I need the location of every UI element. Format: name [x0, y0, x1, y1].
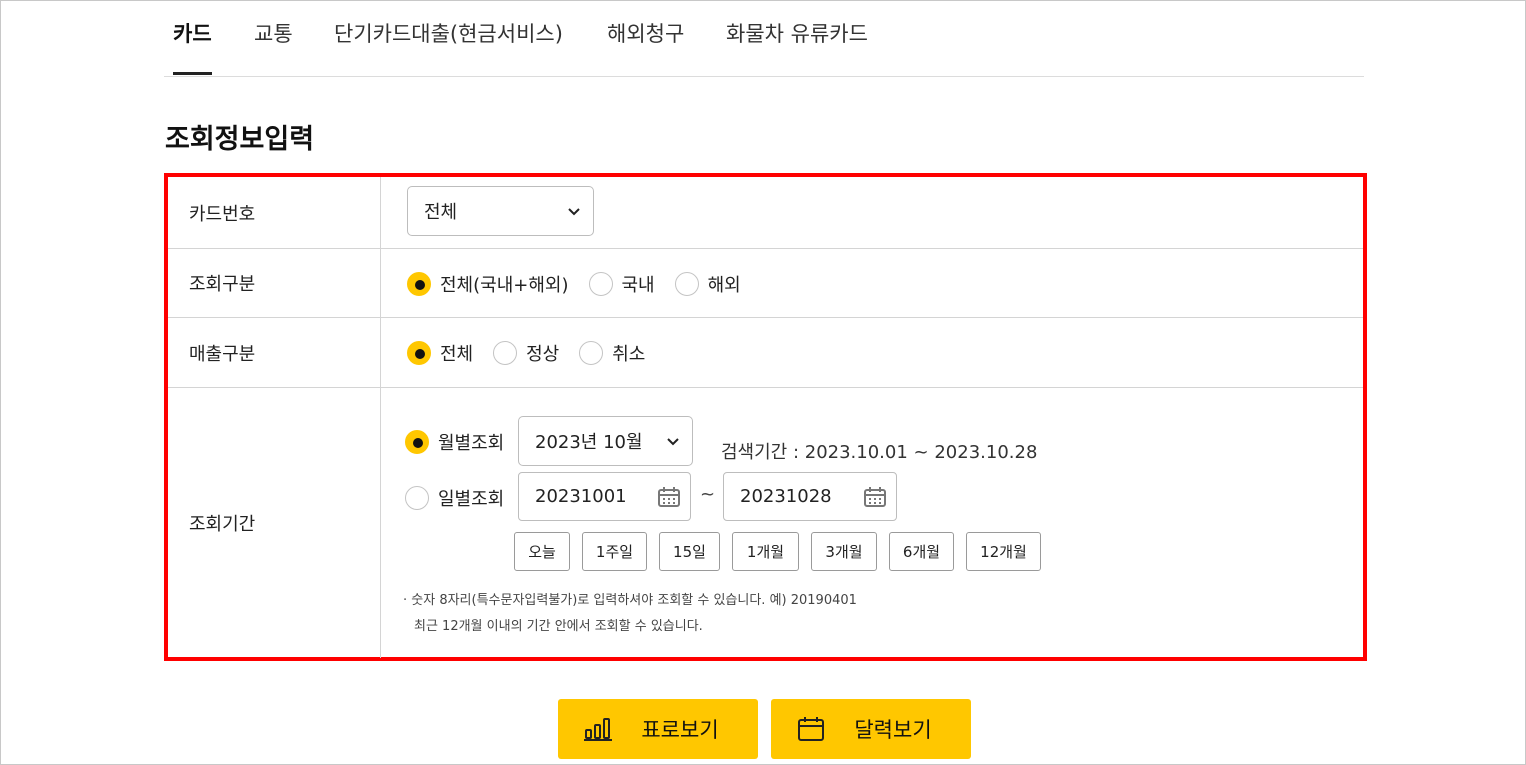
- month-select-value: 2023년 10월: [535, 432, 643, 453]
- date-range-tilde: ~: [700, 484, 716, 505]
- card-number-select[interactable]: 전체: [407, 186, 594, 236]
- tab-card[interactable]: 카드: [173, 21, 212, 75]
- quick-period-buttons: 오늘 1주일 15일 1개월 3개월 6개월 12개월: [382, 532, 1082, 572]
- row-inquiry-type: 조회구분 전체(국내+해외) 국내 해외: [168, 249, 1363, 318]
- table-view-button[interactable]: 표로보기: [558, 699, 758, 759]
- card-number-select-value: 전체: [424, 202, 458, 223]
- radio-off-icon: [588, 272, 613, 296]
- radio-inquiry-domestic[interactable]: 국내: [588, 271, 655, 297]
- inquiry-type-radios: 전체(국내+해외) 국내 해외: [407, 271, 761, 297]
- radio-daily-label: 일별조회: [438, 489, 505, 510]
- radio-sales-normal-label: 정상: [526, 344, 560, 365]
- page-title: 조회정보입력: [165, 124, 315, 155]
- radio-sales-cancel[interactable]: 취소: [579, 340, 645, 366]
- radio-inquiry-domestic-label: 국내: [621, 275, 655, 296]
- date-from-input[interactable]: 20231001: [518, 472, 691, 521]
- period-label: 조회기간: [168, 388, 381, 658]
- radio-inquiry-all-label: 전체(국내+해외): [440, 275, 569, 296]
- date-from-value: 20231001: [535, 486, 627, 507]
- radio-off-icon: [405, 486, 429, 510]
- chevron-down-icon: [568, 208, 580, 216]
- period-12months-button[interactable]: 12개월: [966, 532, 1041, 571]
- tab-transport[interactable]: 교통: [254, 21, 293, 75]
- radio-monthly-group: 월별조회: [405, 429, 524, 455]
- search-range-text: 검색기간 : 2023.10.01 ~ 2023.10.28: [721, 442, 1038, 463]
- date-to-input[interactable]: 20231028: [723, 472, 897, 521]
- radio-daily-group: 일별조회: [405, 485, 524, 511]
- tab-overseas-billing[interactable]: 해외청구: [607, 21, 684, 75]
- radio-daily[interactable]: 일별조회: [405, 485, 504, 511]
- radio-monthly-label: 월별조회: [438, 433, 505, 454]
- table-view-label: 표로보기: [641, 718, 719, 742]
- radio-sales-cancel-label: 취소: [612, 344, 646, 365]
- radio-inquiry-overseas-label: 해외: [707, 275, 741, 296]
- radio-on-icon: [407, 272, 431, 296]
- radio-off-icon: [674, 272, 699, 296]
- calendar-icon[interactable]: [863, 486, 887, 508]
- period-note-2: 최근 12개월 이내의 기간 안에서 조회할 수 있습니다.: [414, 619, 703, 634]
- radio-sales-normal[interactable]: 정상: [493, 340, 559, 366]
- calendar-view-button[interactable]: 달력보기: [771, 699, 971, 759]
- radio-sales-all[interactable]: 전체: [407, 340, 473, 366]
- tab-short-term-loan[interactable]: 단기카드대출(현금서비스): [334, 21, 563, 75]
- period-15days-button[interactable]: 15일: [659, 532, 720, 571]
- row-period: 조회기간 월별조회 2023년 10월 검색기간 : 2023.10.01 ~ …: [168, 388, 1363, 658]
- chevron-down-icon: [667, 438, 679, 446]
- inquiry-type-label: 조회구분: [168, 249, 381, 317]
- sales-type-label: 매출구분: [168, 318, 381, 387]
- radio-inquiry-overseas[interactable]: 해외: [674, 271, 741, 297]
- date-to-value: 20231028: [740, 486, 832, 507]
- card-number-label: 카드번호: [168, 177, 381, 248]
- calendar-icon[interactable]: [657, 486, 681, 508]
- radio-off-icon: [579, 341, 604, 365]
- period-note-1: · 숫자 8자리(특수문자입력불가)로 입력하셔야 조회할 수 있습니다. 예)…: [403, 593, 857, 608]
- row-sales-type: 매출구분 전체 정상 취소: [168, 318, 1363, 388]
- radio-sales-all-label: 전체: [440, 344, 474, 365]
- period-today-button[interactable]: 오늘: [514, 532, 570, 571]
- radio-on-icon: [405, 430, 429, 454]
- tab-truck-fuel-card[interactable]: 화물차 유류카드: [726, 21, 868, 75]
- radio-off-icon: [493, 341, 518, 365]
- period-1week-button[interactable]: 1주일: [582, 532, 647, 571]
- row-card-number: 카드번호 전체: [168, 177, 1363, 249]
- period-3months-button[interactable]: 3개월: [811, 532, 877, 571]
- radio-inquiry-all[interactable]: 전체(국내+해외): [407, 271, 569, 297]
- radio-on-icon: [407, 341, 431, 365]
- inquiry-form: 카드번호 전체 조회구분 전체(국내+해외) 국내 해외 매출구분 전체 정상 …: [164, 173, 1367, 661]
- calendar-icon: [798, 717, 824, 741]
- tab-bar: 카드 교통 단기카드대출(현금서비스) 해외청구 화물차 유류카드: [164, 1, 1364, 77]
- period-6months-button[interactable]: 6개월: [889, 532, 954, 571]
- sales-type-radios: 전체 정상 취소: [407, 340, 665, 366]
- bar-chart-icon: [584, 718, 612, 741]
- period-1month-button[interactable]: 1개월: [732, 532, 799, 571]
- month-select[interactable]: 2023년 10월: [518, 416, 693, 466]
- calendar-view-label: 달력보기: [854, 718, 932, 742]
- radio-monthly[interactable]: 월별조회: [405, 429, 504, 455]
